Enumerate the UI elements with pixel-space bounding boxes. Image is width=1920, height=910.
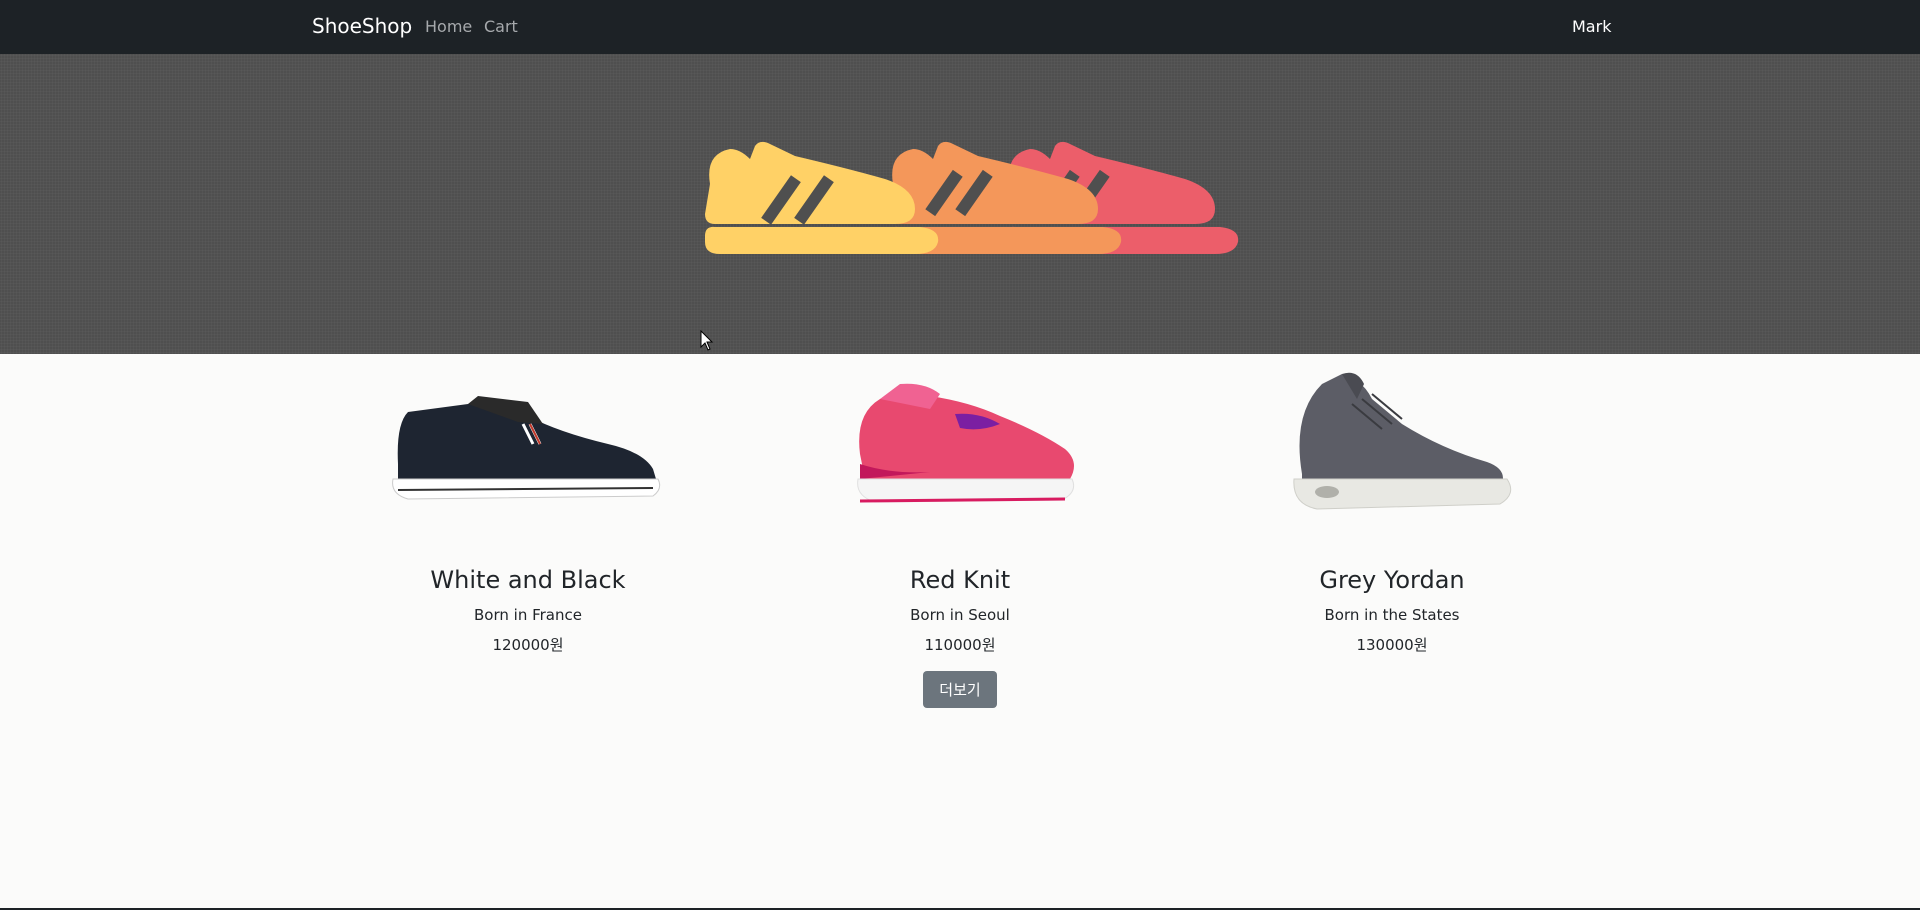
- load-more-button[interactable]: 더보기: [923, 671, 997, 708]
- grey-high-top-sneaker-image: [1232, 354, 1552, 554]
- pink-running-shoe-image: [800, 354, 1120, 554]
- hero-banner: [0, 54, 1920, 354]
- product-grid: White and Black Born in France 120000원 R…: [312, 354, 1608, 694]
- nav-cart-link[interactable]: Cart: [484, 17, 518, 36]
- product-price: 120000원: [492, 636, 564, 654]
- product-origin: Born in France: [474, 606, 582, 624]
- product-card[interactable]: White and Black Born in France 120000원: [312, 354, 744, 654]
- product-card[interactable]: Grey Yordan Born in the States 130000원: [1176, 354, 1608, 654]
- product-title: White and Black: [430, 566, 626, 594]
- navbar: ShoeShop Home Cart Mark: [0, 0, 1920, 54]
- product-price: 110000원: [924, 636, 996, 654]
- product-origin: Born in Seoul: [910, 606, 1010, 624]
- sneakers-logo-icon: [705, 141, 1239, 254]
- user-name: Mark: [1572, 17, 1612, 36]
- product-price: 130000원: [1356, 636, 1428, 654]
- mouse-cursor-icon: [700, 330, 714, 351]
- product-card[interactable]: Red Knit Born in Seoul 110000원: [744, 354, 1176, 654]
- product-origin: Born in the States: [1324, 606, 1460, 624]
- product-title: Grey Yordan: [1319, 566, 1465, 594]
- nav-home-link[interactable]: Home: [425, 17, 472, 36]
- brand-link[interactable]: ShoeShop: [312, 14, 412, 38]
- product-title: Red Knit: [909, 566, 1011, 594]
- black-sneaker-image: [368, 354, 688, 554]
